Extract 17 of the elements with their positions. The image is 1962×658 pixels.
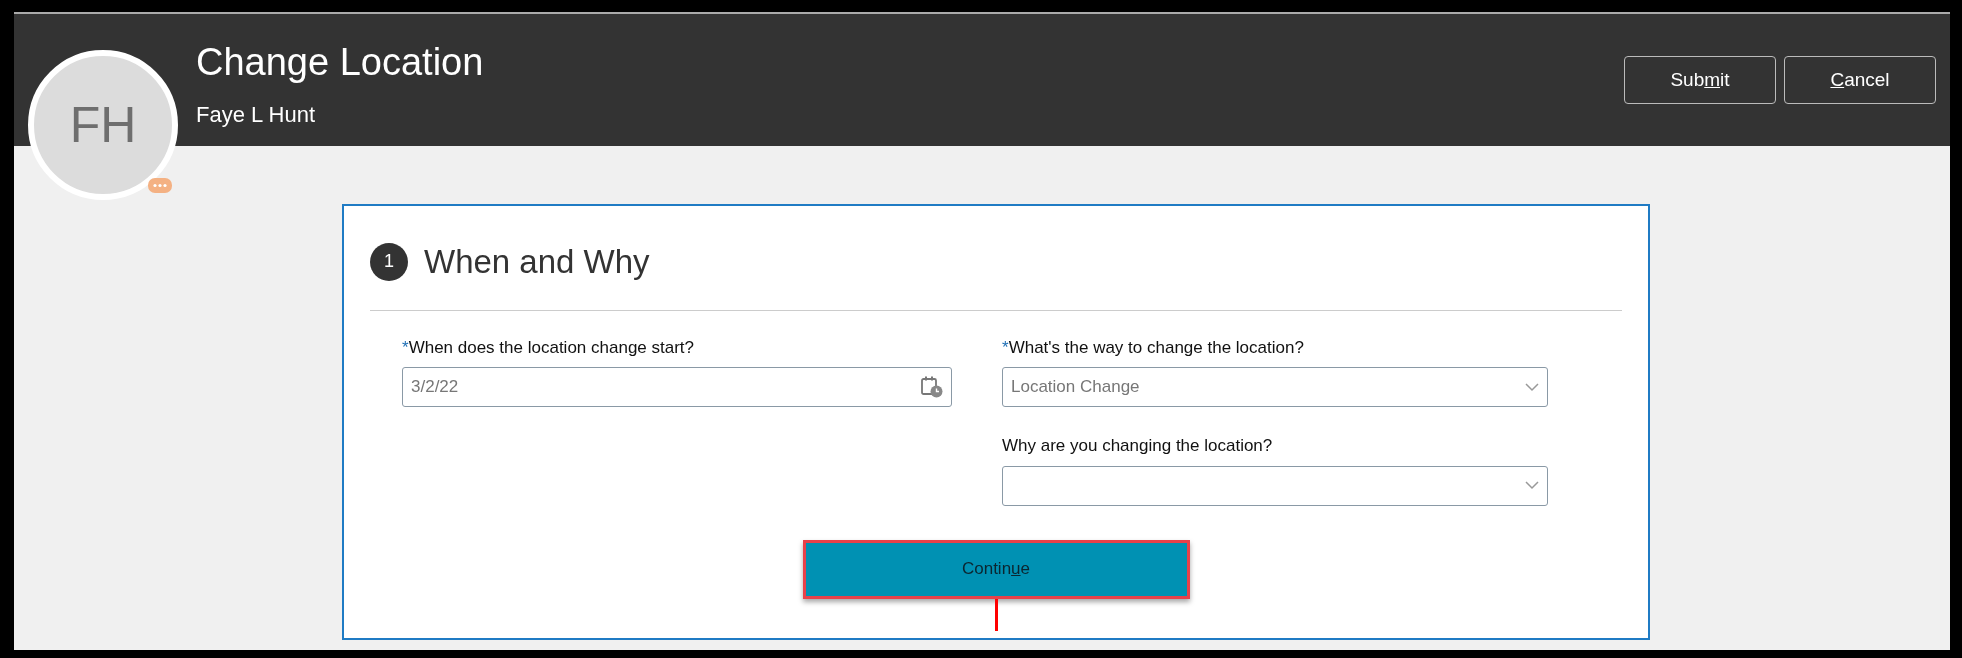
dropdown-field[interactable]: Location Change <box>1002 367 1548 408</box>
person-name: Faye L Hunt <box>196 100 317 129</box>
continue-button[interactable]: Continue <box>802 539 1190 599</box>
dropdown-field[interactable] <box>1002 465 1548 506</box>
chevron-down-icon[interactable] <box>1525 481 1539 491</box>
header-button[interactable]: Cancel <box>1784 56 1936 104</box>
more-icon[interactable] <box>148 178 172 193</box>
field-label: Why are you changing the location? <box>1002 435 1274 458</box>
section-title: When and Why <box>424 242 650 282</box>
step-number: 1 <box>370 242 408 281</box>
field-label: *When does the location change start? <box>402 336 696 359</box>
field-label: *What's the way to change the location? <box>1002 336 1305 359</box>
calendar-icon[interactable] <box>921 376 943 399</box>
date-field[interactable]: 3/2/22 <box>402 367 952 408</box>
header-button[interactable]: Submit <box>1624 56 1776 104</box>
chevron-down-icon[interactable] <box>1525 382 1539 392</box>
page-title: Change Location <box>196 40 484 85</box>
